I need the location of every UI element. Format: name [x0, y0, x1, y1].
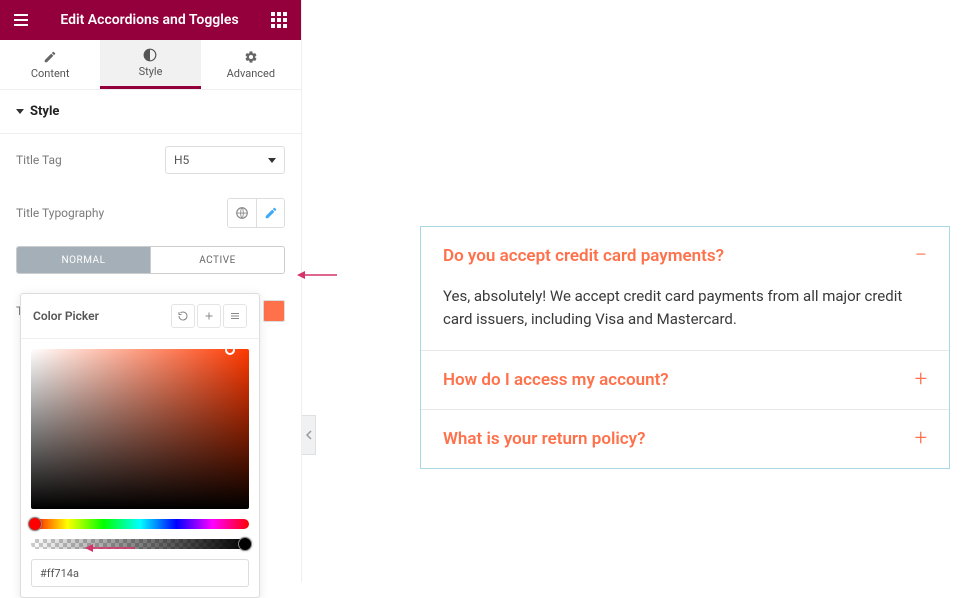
- tab-label: Content: [31, 67, 70, 80]
- plus-icon: +: [915, 428, 927, 450]
- undo-icon: [177, 310, 189, 322]
- editor-panel: Edit Accordions and Toggles Content Styl…: [0, 0, 302, 582]
- row-title-tag: Title Tag H5: [16, 134, 285, 186]
- hex-input[interactable]: [31, 559, 249, 587]
- color-picker-body: [21, 339, 259, 597]
- sv-handle[interactable]: [225, 345, 235, 355]
- hue-handle[interactable]: [28, 517, 42, 531]
- apps-icon[interactable]: [267, 8, 291, 32]
- color-swatch[interactable]: [263, 300, 285, 322]
- panel-title: Edit Accordions and Toggles: [32, 12, 267, 28]
- tab-advanced[interactable]: Advanced: [201, 40, 301, 89]
- seg-normal[interactable]: NORMAL: [17, 247, 150, 273]
- accordion-item: How do I access my account? +: [421, 351, 949, 410]
- reset-button[interactable]: [171, 304, 195, 328]
- globe-button[interactable]: [228, 199, 256, 227]
- contrast-icon: [143, 48, 157, 62]
- alpha-slider[interactable]: [31, 539, 249, 549]
- panel-tabs: Content Style Advanced: [0, 40, 301, 90]
- chevron-down-icon: [268, 158, 276, 163]
- saturation-value-area[interactable]: [31, 349, 249, 509]
- pencil-icon: [43, 50, 57, 64]
- accordion-title: What is your return policy?: [443, 429, 645, 449]
- color-picker-popover: Color Picker: [20, 293, 260, 598]
- accordion-preview: Do you accept credit card payments? − Ye…: [420, 226, 950, 469]
- select-title-tag[interactable]: H5: [165, 146, 285, 174]
- chevron-left-icon: [306, 430, 312, 440]
- accordion-title: Do you accept credit card payments?: [443, 246, 724, 266]
- section-toggle-style[interactable]: Style: [0, 90, 301, 134]
- color-picker-tools: [171, 304, 247, 328]
- hue-slider[interactable]: [31, 519, 249, 529]
- state-tabs: NORMAL ACTIVE: [16, 246, 285, 274]
- row-title-typography: Title Typography: [16, 186, 285, 240]
- color-picker-header: Color Picker: [21, 294, 259, 339]
- caret-down-icon: [16, 109, 24, 114]
- panel-header: Edit Accordions and Toggles: [0, 0, 301, 40]
- edit-typography-button[interactable]: [256, 199, 284, 227]
- accordion-header[interactable]: Do you accept credit card payments? −: [421, 227, 949, 285]
- stack-icon: [229, 310, 241, 322]
- tab-label: Advanced: [227, 67, 275, 80]
- accordion-header[interactable]: What is your return policy? +: [421, 410, 949, 468]
- plus-icon: [203, 310, 215, 322]
- tab-style[interactable]: Style: [100, 40, 200, 89]
- clear-button[interactable]: [223, 304, 247, 328]
- select-value: H5: [174, 153, 189, 167]
- typography-controls: [227, 198, 285, 228]
- plus-icon: +: [915, 369, 927, 391]
- minus-icon: −: [914, 245, 927, 267]
- alpha-handle[interactable]: [238, 537, 252, 551]
- globe-icon: [235, 206, 249, 220]
- section-title: Style: [30, 104, 59, 119]
- accordion-item: Do you accept credit card payments? − Ye…: [421, 227, 949, 351]
- gear-icon: [244, 50, 258, 64]
- tab-label: Style: [139, 65, 163, 78]
- menu-icon[interactable]: [10, 10, 32, 30]
- label-title-typography: Title Typography: [16, 206, 104, 220]
- accordion-title: How do I access my account?: [443, 370, 669, 390]
- accordion-item: What is your return policy? +: [421, 410, 949, 468]
- accordion-header[interactable]: How do I access my account? +: [421, 351, 949, 409]
- label-title-tag: Title Tag: [16, 153, 62, 167]
- seg-active[interactable]: ACTIVE: [150, 247, 284, 273]
- accordion-body: Yes, absolutely! We accept credit card p…: [421, 285, 949, 350]
- color-picker-title: Color Picker: [33, 309, 99, 323]
- annotation-arrow-1: [297, 268, 337, 282]
- panel-collapse-handle[interactable]: [302, 415, 316, 455]
- add-button[interactable]: [197, 304, 221, 328]
- tab-content[interactable]: Content: [0, 40, 100, 89]
- pencil-icon: [264, 206, 278, 220]
